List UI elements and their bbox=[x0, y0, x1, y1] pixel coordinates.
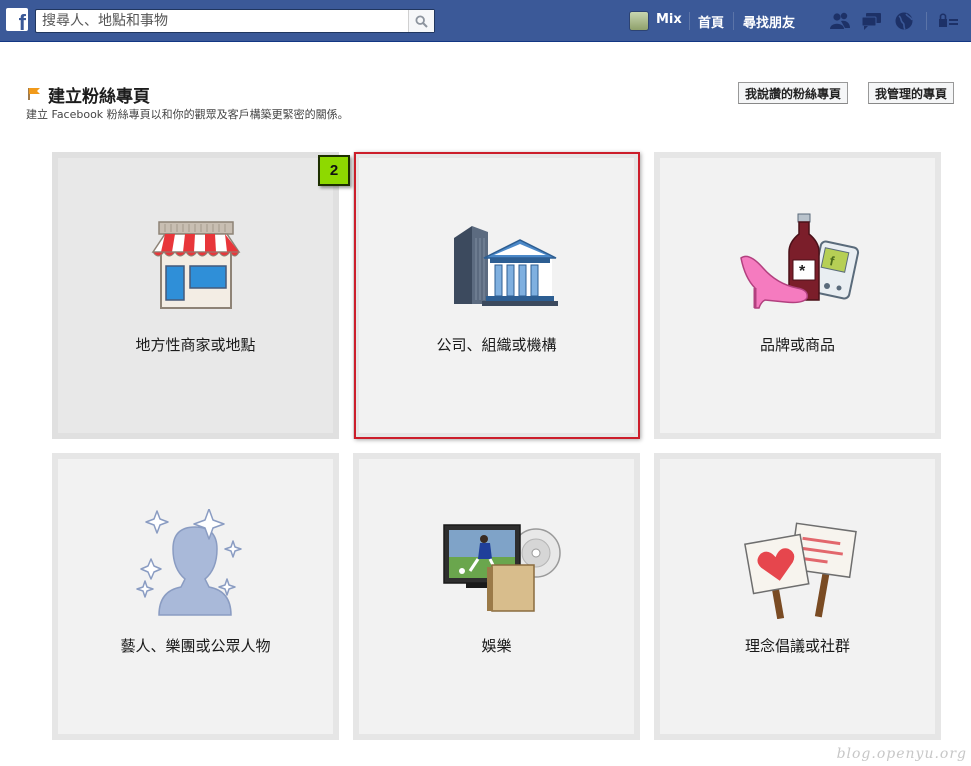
category-tile-company-organization[interactable]: 公司、組織或機構 bbox=[353, 152, 640, 439]
public-figure-icon bbox=[135, 509, 242, 616]
search-icon bbox=[415, 14, 428, 28]
category-tile-entertainment[interactable]: 娛樂 bbox=[353, 453, 640, 740]
page-title: 建立粉絲專頁 bbox=[48, 87, 150, 107]
managed-pages-button[interactable]: 我管理的專頁 bbox=[868, 82, 955, 104]
search-box bbox=[35, 9, 435, 33]
step-number-badge: 2 bbox=[318, 155, 350, 186]
search-button[interactable] bbox=[408, 10, 434, 32]
top-navigation-bar: f Mix 首頁 尋找朋友 bbox=[0, 0, 971, 42]
category-tile-public-figure[interactable]: 藝人、樂團或公眾人物 bbox=[52, 453, 339, 740]
company-building-icon bbox=[453, 226, 558, 306]
tile-label: 娛樂 bbox=[481, 637, 512, 655]
friend-requests-icon[interactable] bbox=[829, 11, 851, 31]
home-link[interactable]: 首頁 bbox=[698, 12, 724, 31]
category-tile-local-business[interactable]: 地方性商家或地點 bbox=[52, 152, 339, 439]
svg-text:*: * bbox=[799, 263, 806, 280]
notifications-globe-icon[interactable] bbox=[893, 11, 915, 31]
liked-pages-button[interactable]: 我說讚的粉絲專頁 bbox=[738, 82, 849, 104]
profile-link[interactable]: Mix bbox=[656, 12, 682, 27]
facebook-logo-icon[interactable]: f bbox=[6, 8, 28, 34]
nav-divider bbox=[733, 12, 734, 30]
tile-label: 品牌或商品 bbox=[759, 336, 835, 354]
privacy-lock-icon[interactable] bbox=[937, 11, 959, 31]
brand-products-icon: f * bbox=[739, 213, 859, 309]
nav-divider bbox=[926, 12, 927, 30]
avatar[interactable] bbox=[629, 11, 649, 31]
tile-label: 理念倡議或社群 bbox=[744, 637, 850, 655]
storefront-icon bbox=[151, 221, 240, 309]
tile-label: 公司、組織或機構 bbox=[436, 336, 557, 354]
category-tile-cause-community[interactable]: 理念倡議或社群 bbox=[654, 453, 941, 740]
nav-divider bbox=[689, 12, 690, 30]
page-subtitle: 建立 Facebook 粉絲專頁以和你的觀眾及客戶構築更緊密的關係。 bbox=[26, 108, 349, 121]
search-input[interactable] bbox=[36, 10, 408, 32]
category-tile-brand-product[interactable]: f * 品牌或商品 bbox=[654, 152, 941, 439]
tile-label: 藝人、樂團或公眾人物 bbox=[120, 637, 271, 655]
tile-label: 地方性商家或地點 bbox=[135, 336, 256, 354]
cause-community-icon bbox=[743, 522, 857, 619]
messages-icon[interactable] bbox=[861, 11, 883, 31]
flag-icon bbox=[28, 88, 40, 100]
entertainment-icon bbox=[442, 524, 561, 612]
find-friends-link[interactable]: 尋找朋友 bbox=[743, 12, 795, 31]
watermark: blog.openyu.org bbox=[836, 746, 967, 762]
